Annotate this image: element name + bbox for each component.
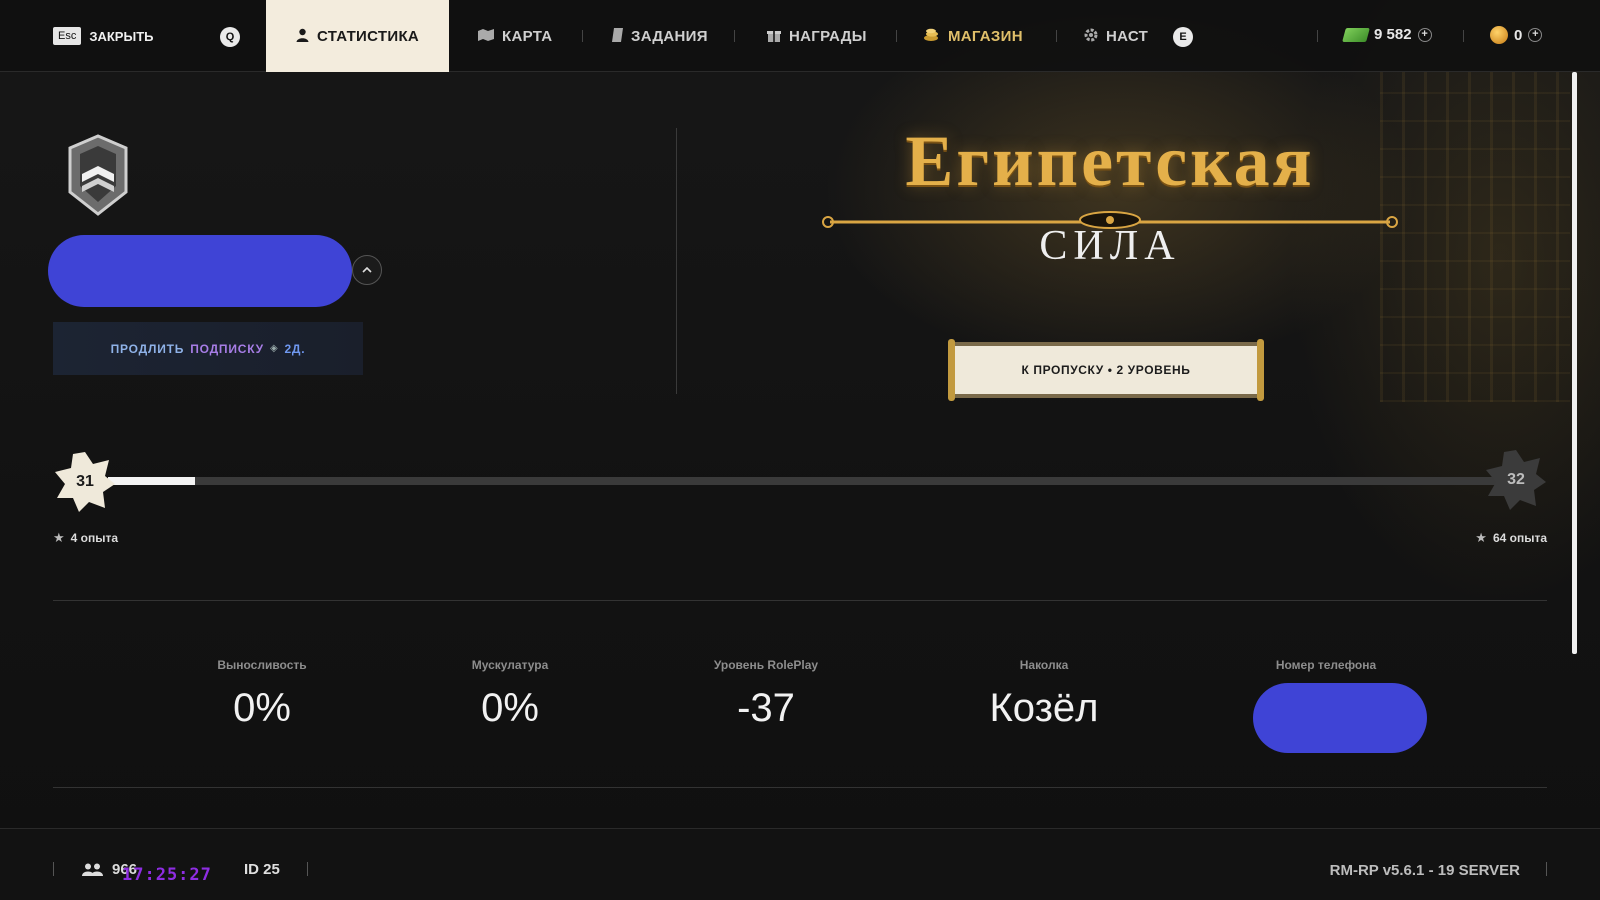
star-icon: ★ — [53, 530, 65, 545]
stat-label: Уровень RolePlay — [713, 658, 819, 672]
close-button[interactable]: Esc ЗАКРЫТЬ — [53, 27, 154, 45]
cash-amount: 9 582 — [1374, 26, 1412, 43]
coin-amount: 0 — [1514, 26, 1523, 44]
star-icon: ★ — [1475, 530, 1487, 545]
event-subtitle: СИЛА — [1039, 223, 1181, 269]
tab-label: НАГРАДЫ — [789, 27, 867, 45]
stat-label: Номер телефона — [1275, 658, 1377, 672]
footer-divider — [307, 862, 308, 876]
player-id: ID 25 — [244, 861, 280, 878]
tab-label: НАСТ — [1106, 27, 1149, 45]
tab-divider — [896, 30, 897, 42]
tab-shop[interactable]: МАГАЗИН — [924, 0, 1023, 72]
close-label: ЗАКРЫТЬ — [89, 28, 154, 44]
footer-divider — [1546, 862, 1547, 876]
stat-value: 0% — [481, 686, 539, 730]
tab-divider — [1317, 30, 1318, 42]
prev-tab-key-hint[interactable]: Q — [220, 27, 240, 47]
tab-rewards[interactable]: НАГРАДЫ — [767, 0, 867, 72]
subscription-label-part2: ПОДПИСКУ — [190, 341, 264, 356]
event-title: Египетская — [905, 121, 1315, 201]
next-level-badge: 32 — [1484, 448, 1548, 512]
add-coins-button[interactable]: + — [1528, 28, 1543, 42]
coin-icon — [1490, 26, 1508, 44]
next-tab-key-hint[interactable]: E — [1173, 27, 1193, 47]
chevron-up-icon — [362, 267, 372, 273]
current-xp-text: 4 опыта — [70, 531, 119, 545]
tab-label: СТАТИСТИКА — [316, 27, 420, 45]
tab-tasks[interactable]: ЗАДАНИЯ — [612, 0, 708, 72]
esc-key-hint: Esc — [53, 27, 82, 45]
gear-icon — [1084, 28, 1098, 45]
event-banner: Египетская СИЛА — [820, 110, 1400, 280]
subscription-days: 2Д. — [284, 341, 306, 356]
tab-divider — [734, 30, 735, 42]
section-divider — [676, 128, 677, 394]
scrollbar[interactable] — [1572, 72, 1577, 654]
extend-subscription-button[interactable]: ПРОДЛИТЬ ПОДПИСКУ ◈ 2Д. — [53, 322, 363, 375]
rank-badge-icon — [66, 134, 130, 216]
divider — [53, 787, 1547, 788]
current-level-badge: 31 — [53, 450, 117, 514]
tab-divider — [1056, 30, 1057, 42]
required-xp: ★ 64 опыта — [1475, 530, 1547, 546]
shield-icon: ◈ — [269, 343, 279, 354]
stat-phone-number: Номер телефона — [1206, 658, 1446, 686]
level-progress-fill — [108, 477, 195, 485]
footer-divider — [53, 862, 54, 876]
person-icon — [296, 28, 309, 45]
stat-tattoo: Наколка Козёл — [924, 658, 1164, 731]
stat-value: 0% — [233, 686, 291, 730]
stat-label: Выносливость — [217, 658, 307, 672]
tab-label: ЗАДАНИЯ — [631, 27, 708, 45]
battle-pass-button[interactable]: К ПРОПУСКУ • 2 УРОВЕНЬ — [948, 339, 1264, 401]
current-level-number: 31 — [76, 473, 94, 490]
tab-settings[interactable]: НАСТ — [1084, 0, 1148, 72]
top-navigation: Esc ЗАКРЫТЬ Q СТАТИСТИКА КАРТА ЗАДАНИЯ Н… — [0, 0, 1600, 72]
players-icon — [82, 863, 103, 876]
phone-number-redacted — [1253, 683, 1427, 753]
coin-balance: 0 + — [1490, 26, 1543, 44]
tab-label: МАГАЗИН — [948, 27, 1023, 45]
required-xp-text: 64 опыта — [1492, 531, 1547, 545]
tab-map[interactable]: КАРТА — [478, 0, 552, 72]
stat-value: Козёл — [989, 686, 1099, 730]
cash-icon — [1342, 27, 1370, 42]
map-icon — [478, 28, 494, 44]
cash-balance: 9 582 + — [1342, 26, 1432, 43]
scroll-icon — [612, 27, 623, 45]
player-name-redacted — [48, 235, 352, 307]
stat-muscles: Мускулатура 0% — [390, 658, 630, 731]
stat-label: Мускулатура — [471, 658, 549, 672]
stat-label: Наколка — [1019, 658, 1069, 672]
footer: 966 17:25:27 ID 25 RM-RP v5.6.1 - 19 SER… — [0, 828, 1600, 900]
tab-divider — [1463, 30, 1464, 42]
stat-value: -37 — [737, 686, 795, 730]
gift-icon — [767, 28, 781, 45]
tab-divider — [582, 30, 583, 42]
next-level-number: 32 — [1507, 471, 1525, 488]
subscription-label-part1: ПРОДЛИТЬ — [110, 341, 185, 356]
coins-icon — [924, 28, 940, 45]
current-xp: ★ 4 опыта — [53, 530, 118, 546]
add-cash-button[interactable]: + — [1417, 27, 1432, 42]
divider — [53, 600, 1547, 601]
level-progress-bar — [108, 477, 1498, 485]
tab-label: КАРТА — [502, 27, 553, 45]
clock-overlay: 17:25:27 — [122, 865, 212, 885]
stat-stamina: Выносливость 0% — [142, 658, 382, 731]
tab-statistics[interactable]: СТАТИСТИКА — [266, 0, 449, 72]
collapse-button[interactable] — [352, 255, 382, 285]
stat-roleplay-level: Уровень RolePlay -37 — [646, 658, 886, 731]
version-info: RM-RP v5.6.1 - 19 SERVER — [1329, 862, 1520, 879]
hieroglyph-decoration — [1380, 72, 1570, 402]
